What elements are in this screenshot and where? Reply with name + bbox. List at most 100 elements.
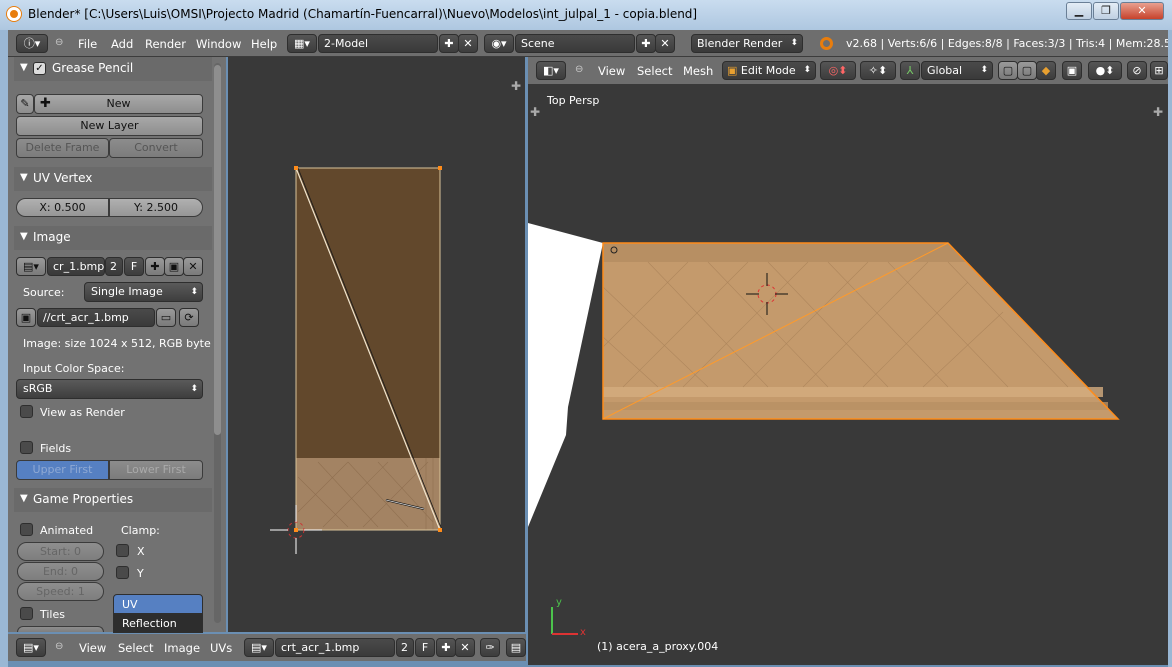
pivot-point-icon[interactable]: ◎⬍ [820,61,856,80]
browse-file-icon[interactable]: ▭ [156,308,176,327]
transform-orientation-dropdown[interactable]: Global ⬍ [921,61,993,80]
delete-frame-button[interactable]: Delete Frame [16,138,109,158]
uv-extra-icon[interactable]: ▤ [506,638,526,657]
uv-image-name-field[interactable]: crt_acr_1.bmp [275,638,395,657]
3d-viewport[interactable]: ✚ ✚ Top Persp y x (1) acera_a_proxy.004 [528,57,1168,665]
upper-first-toggle[interactable]: Upper First [16,460,109,480]
collapse-menu-icon[interactable]: ⊖ [55,641,63,652]
minimize-button[interactable]: ▁ [1066,2,1092,20]
info-editor-type-button[interactable]: ⓘ▾ [16,34,48,53]
view-as-render-checkbox[interactable] [20,405,33,418]
end-field[interactable]: End: 0 [17,562,104,581]
convert-button[interactable]: Convert [109,138,203,158]
start-field[interactable]: Start: 0 [17,542,104,561]
clamp-x-checkbox[interactable] [116,544,129,557]
remove-screen-icon[interactable]: ✕ [458,34,478,53]
image-section-header[interactable]: ▼ Image [14,226,212,250]
uv-vertex-x-field[interactable]: X: 0.500 [16,198,109,217]
screen-layout-icon[interactable]: ▦▾ [287,34,317,53]
window-frame-left [0,30,8,667]
uv-menu-select[interactable]: Select [118,641,153,655]
image-name-field[interactable]: cr_1.bmp [47,257,105,276]
panel-scrollbar-thumb[interactable] [214,65,221,435]
area-split-icon[interactable]: ✚ [530,105,540,119]
3d-menu-mesh[interactable]: Mesh [683,64,713,78]
proportional-editing-icon[interactable]: ●⬍ [1088,61,1122,80]
grease-pencil-checkbox[interactable]: ✓ [33,62,46,75]
source-dropdown[interactable]: Single Image ⬍ [84,282,203,302]
uv-menu-image[interactable]: Image [164,641,200,655]
mode-dropdown[interactable]: ▣ Edit Mode ⬍ [722,61,816,80]
uv-menu-uvs[interactable]: UVs [210,641,232,655]
uv-image-editor-viewport[interactable]: ✚ [228,57,525,632]
snap-target-icon[interactable]: ⊞ [1150,61,1168,80]
collapse-menu-icon[interactable]: ⊖ [575,64,583,75]
face-select-icon[interactable]: ◆ [1036,61,1056,80]
menu-help[interactable]: Help [251,37,277,51]
uv-coordinates-option[interactable]: UV Coordinates [113,594,203,630]
edge-select-icon[interactable]: ▢ [1017,61,1037,80]
image-filepath-field[interactable]: //crt_acr_1.bmp [37,308,155,327]
menu-add[interactable]: Add [111,37,133,51]
uv-editor-type-button[interactable]: ▤▾ [16,638,46,657]
uv-fake-user-button[interactable]: F [415,638,435,657]
new-layer-button[interactable]: New Layer [16,116,203,136]
3d-menu-view[interactable]: View [598,64,625,78]
tiles-checkbox[interactable] [20,607,33,620]
grease-pencil-icon-button[interactable]: ✎ [16,94,34,114]
snap-element-icon[interactable]: ✧⬍ [860,61,896,80]
speed-field[interactable]: Speed: 1 [17,582,104,601]
clamp-y-checkbox[interactable] [116,566,129,579]
menu-file[interactable]: File [78,37,97,51]
3d-viewport-header: ◧▾ ⊖ View Select Mesh ▣ Edit Mode ⬍ ◎⬍ ✧… [528,57,1168,84]
uv-vertex-section-header[interactable]: ▼ UV Vertex [14,167,212,191]
uv-image-users-count[interactable]: 2 [396,638,414,657]
grease-pencil-section-header[interactable]: ▼ ✓ Grease Pencil [14,57,212,81]
uv-unlink-image-icon[interactable]: ✕ [455,638,475,657]
uv-image-browse-icon[interactable]: ▤▾ [244,638,274,657]
scene-icon[interactable]: ◉▾ [484,34,514,53]
uv-properties-panel: ▼ ✓ Grease Pencil ✎ ✚ New New Layer Dele… [8,57,226,633]
view-as-render-label: View as Render [40,406,125,419]
image-browse-icon[interactable]: ▤▾ [16,257,46,276]
scene-field[interactable]: Scene [515,34,635,53]
render-engine-dropdown[interactable]: Blender Render ⬍ [691,34,803,53]
manipulator-icon[interactable]: ⅄ [900,61,920,80]
uv-vertex-title: UV Vertex [33,171,93,185]
unlink-image-icon[interactable]: ✕ [183,257,203,276]
reload-image-icon[interactable]: ⟳ [179,308,199,327]
3d-editor-type-button[interactable]: ◧▾ [536,61,566,80]
axis-x-label: x [580,627,586,638]
fake-user-button[interactable]: F [124,257,144,276]
add-scene-icon[interactable]: ✚ [636,34,656,53]
pin-icon[interactable]: ✑ [480,638,500,657]
3d-menu-select[interactable]: Select [637,64,672,78]
reflection-option[interactable]: Reflection [113,614,203,633]
limit-selection-icon[interactable]: ▣ [1062,61,1082,80]
uv-new-image-icon[interactable]: ✚ [436,638,456,657]
collapse-menu-icon[interactable]: ⊖ [55,37,63,48]
new-image-icon[interactable]: ✚ [145,257,165,276]
screen-layout-field[interactable]: 2-Model [318,34,438,53]
animated-checkbox[interactable] [20,523,33,536]
color-space-dropdown[interactable]: sRGB ⬍ [16,379,203,399]
image-info-text: Image: size 1024 x 512, RGB byte [23,337,211,350]
snap-toggle-icon[interactable]: ⊘ [1127,61,1147,80]
vertex-select-icon[interactable]: ▢ [998,61,1018,80]
fields-checkbox[interactable] [20,441,33,454]
uv-menu-view[interactable]: View [79,641,106,655]
maximize-button[interactable]: ❐ [1093,2,1119,20]
close-button[interactable]: ✕ [1120,2,1164,20]
image-users-count[interactable]: 2 [105,257,123,276]
add-screen-icon[interactable]: ✚ [439,34,459,53]
remove-scene-icon[interactable]: ✕ [655,34,675,53]
uv-vertex-y-field[interactable]: Y: 2.500 [109,198,203,217]
area-split-icon-right[interactable]: ✚ [1153,105,1163,119]
lower-first-toggle[interactable]: Lower First [109,460,203,480]
menu-window[interactable]: Window [196,37,241,51]
open-image-icon[interactable]: ▣ [164,257,184,276]
grease-pencil-new-button[interactable]: ✚ New [34,94,203,114]
tiles-x-field[interactable] [17,626,104,632]
game-properties-section-header[interactable]: ▼ Game Properties [14,488,212,512]
menu-render[interactable]: Render [145,37,186,51]
